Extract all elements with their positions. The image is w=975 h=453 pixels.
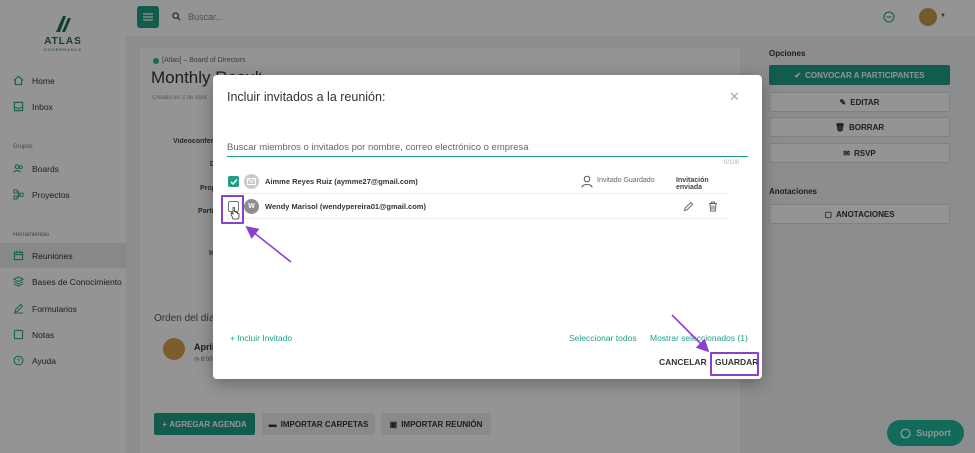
annotation-arrows [245, 226, 710, 353]
hand-cursor-icon [230, 206, 240, 220]
arrow-to-checkbox [245, 226, 292, 263]
arrow-to-save [671, 314, 710, 353]
